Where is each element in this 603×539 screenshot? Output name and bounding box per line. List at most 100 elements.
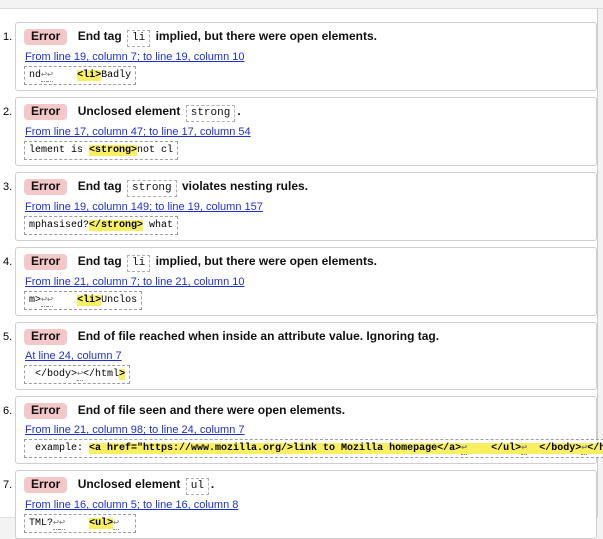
message-inline-code: li	[127, 255, 150, 272]
code-extract: mphasised?</strong> what	[24, 216, 178, 235]
extract-text: what	[143, 220, 173, 231]
error-badge: Error	[24, 477, 67, 493]
location-link[interactable]: From line 19, column 7; to line 19, colu…	[25, 51, 245, 63]
extract-text	[65, 518, 89, 529]
error-location-row: From line 16, column 5; to line 16, colu…	[25, 498, 588, 511]
error-item: 7. Error Unclosed element ul. From line …	[15, 470, 597, 539]
code-extract: m>↩↩ <li>Unclos	[24, 291, 142, 310]
error-message: End of file reached when inside an attri…	[78, 329, 439, 343]
message-text-segment: .	[237, 104, 240, 118]
error-list: 1. Error End tag li implied, but there w…	[0, 22, 597, 539]
error-item: 1. Error End tag li implied, but there w…	[15, 22, 597, 91]
highlighted-code: </strong>	[89, 220, 143, 231]
extract-text	[53, 295, 77, 306]
message-text-segment: Unclosed element	[78, 477, 184, 491]
extract-text: m>	[29, 295, 41, 306]
extract-text	[119, 518, 131, 529]
error-message: End tag li implied, but there were open …	[78, 29, 377, 43]
extract-text: lement is	[29, 145, 89, 156]
message-text-segment: implied, but there were open elements.	[152, 254, 377, 268]
error-badge: Error	[24, 104, 67, 120]
validator-results-page: { "colors": { "page_bg": "#f3f3f3", "con…	[0, 0, 603, 535]
message-inline-code: strong	[127, 180, 177, 197]
error-location-row: At line 24, column 7	[25, 349, 588, 362]
error-location-row: From line 21, column 7; to line 21, colu…	[25, 275, 588, 288]
code-extract: lement is <strong>not cl	[24, 141, 178, 160]
message-text-segment: End of file reached when inside an attri…	[78, 329, 439, 343]
message-text-segment: End tag	[78, 29, 125, 43]
highlighted-code: </html>	[587, 443, 603, 454]
error-badge: Error	[24, 179, 67, 195]
error-message: End tag li implied, but there were open …	[78, 254, 377, 268]
error-number: 2.	[3, 106, 12, 118]
location-link[interactable]: From line 16, column 5; to line 16, colu…	[25, 499, 238, 511]
error-message-row: Error End tag li implied, but there were…	[24, 28, 588, 46]
error-item: 2. Error Unclosed element strong. From l…	[15, 97, 597, 166]
highlighted-code: <a href="https://www.mozilla.org/>link t…	[89, 443, 461, 454]
code-extract: nd↩↩ <li>Badly	[24, 66, 136, 85]
message-text-segment: implied, but there were open elements.	[152, 29, 377, 43]
error-extract-row: nd↩↩ <li>Badly	[24, 66, 588, 85]
page-top-margin	[0, 0, 603, 9]
error-message: Unclosed element strong.	[78, 104, 241, 118]
location-link[interactable]: At line 24, column 7	[25, 350, 122, 362]
location-link[interactable]: From line 17, column 47; to line 17, col…	[25, 126, 251, 138]
location-link[interactable]: From line 19, column 149; to line 19, co…	[25, 201, 263, 213]
location-link[interactable]: From line 21, column 7; to line 21, colu…	[25, 276, 245, 288]
code-extract: </body>↩</html>	[24, 365, 130, 384]
error-location-row: From line 19, column 7; to line 19, colu…	[25, 50, 588, 63]
error-number: 5.	[3, 331, 12, 343]
error-item: 6. Error End of file seen and there were…	[15, 396, 597, 464]
error-extract-row: m>↩↩ <li>Unclos	[24, 291, 588, 310]
location-link[interactable]: From line 21, column 98; to line 24, col…	[25, 424, 245, 436]
error-location-row: From line 17, column 47; to line 17, col…	[25, 125, 588, 138]
highlighted-code: >	[119, 369, 125, 380]
message-text-segment: End of file seen and there were open ele…	[78, 403, 345, 417]
extract-text: TML?	[29, 518, 53, 529]
error-message: End tag strong violates nesting rules.	[78, 179, 308, 193]
error-item: 5. Error End of file reached when inside…	[15, 322, 597, 390]
extract-text	[53, 70, 77, 81]
error-number: 1.	[3, 31, 12, 43]
highlighted-code	[527, 443, 539, 454]
error-number: 4.	[3, 256, 12, 268]
error-message: End of file seen and there were open ele…	[78, 403, 345, 417]
error-message: Unclosed element ul.	[78, 477, 215, 491]
error-extract-row: </body>↩</html>	[24, 365, 588, 384]
highlighted-code: </ul>	[491, 443, 521, 454]
message-text-segment: violates nesting rules.	[179, 179, 308, 193]
message-inline-code: li	[127, 30, 150, 47]
code-extract: example: <a href="https://www.mozilla.or…	[24, 439, 603, 458]
highlighted-code	[467, 443, 491, 454]
code-extract: TML?↩↩ <ul>↩	[24, 514, 136, 533]
highlighted-code: </body>	[539, 443, 581, 454]
results-panel: 1. Error End tag li implied, but there w…	[0, 9, 598, 518]
error-extract-row: TML?↩↩ <ul>↩	[24, 514, 588, 533]
error-badge: Error	[24, 403, 67, 419]
extract-text: Unclos	[101, 295, 137, 306]
error-message-row: Error End of file reached when inside an…	[24, 328, 588, 345]
extract-text: not cl	[137, 145, 173, 156]
extract-text: example:	[29, 443, 89, 454]
error-message-row: Error Unclosed element strong.	[24, 103, 588, 121]
error-item: 4. Error End tag li implied, but there w…	[15, 247, 597, 316]
error-number: 7.	[3, 479, 12, 491]
extract-text: Badly	[101, 70, 131, 81]
extract-text: mphasised?	[29, 220, 89, 231]
extract-text: </body>	[29, 369, 77, 380]
error-number: 6.	[3, 405, 12, 417]
error-message-row: Error End tag li implied, but there were…	[24, 253, 588, 271]
error-location-row: From line 21, column 98; to line 24, col…	[25, 423, 588, 436]
message-inline-code: strong	[186, 105, 236, 122]
highlighted-code: <li>	[77, 295, 101, 306]
error-location-row: From line 19, column 149; to line 19, co…	[25, 200, 588, 213]
extract-text: nd	[29, 70, 41, 81]
message-text-segment: End tag	[78, 179, 125, 193]
error-extract-row: mphasised?</strong> what	[24, 216, 588, 235]
error-message-row: Error End tag strong violates nesting ru…	[24, 178, 588, 196]
error-message-row: Error End of file seen and there were op…	[24, 402, 588, 419]
error-extract-row: lement is <strong>not cl	[24, 141, 588, 160]
error-number: 3.	[3, 181, 12, 193]
message-inline-code: ul	[186, 478, 209, 495]
error-badge: Error	[24, 29, 67, 45]
